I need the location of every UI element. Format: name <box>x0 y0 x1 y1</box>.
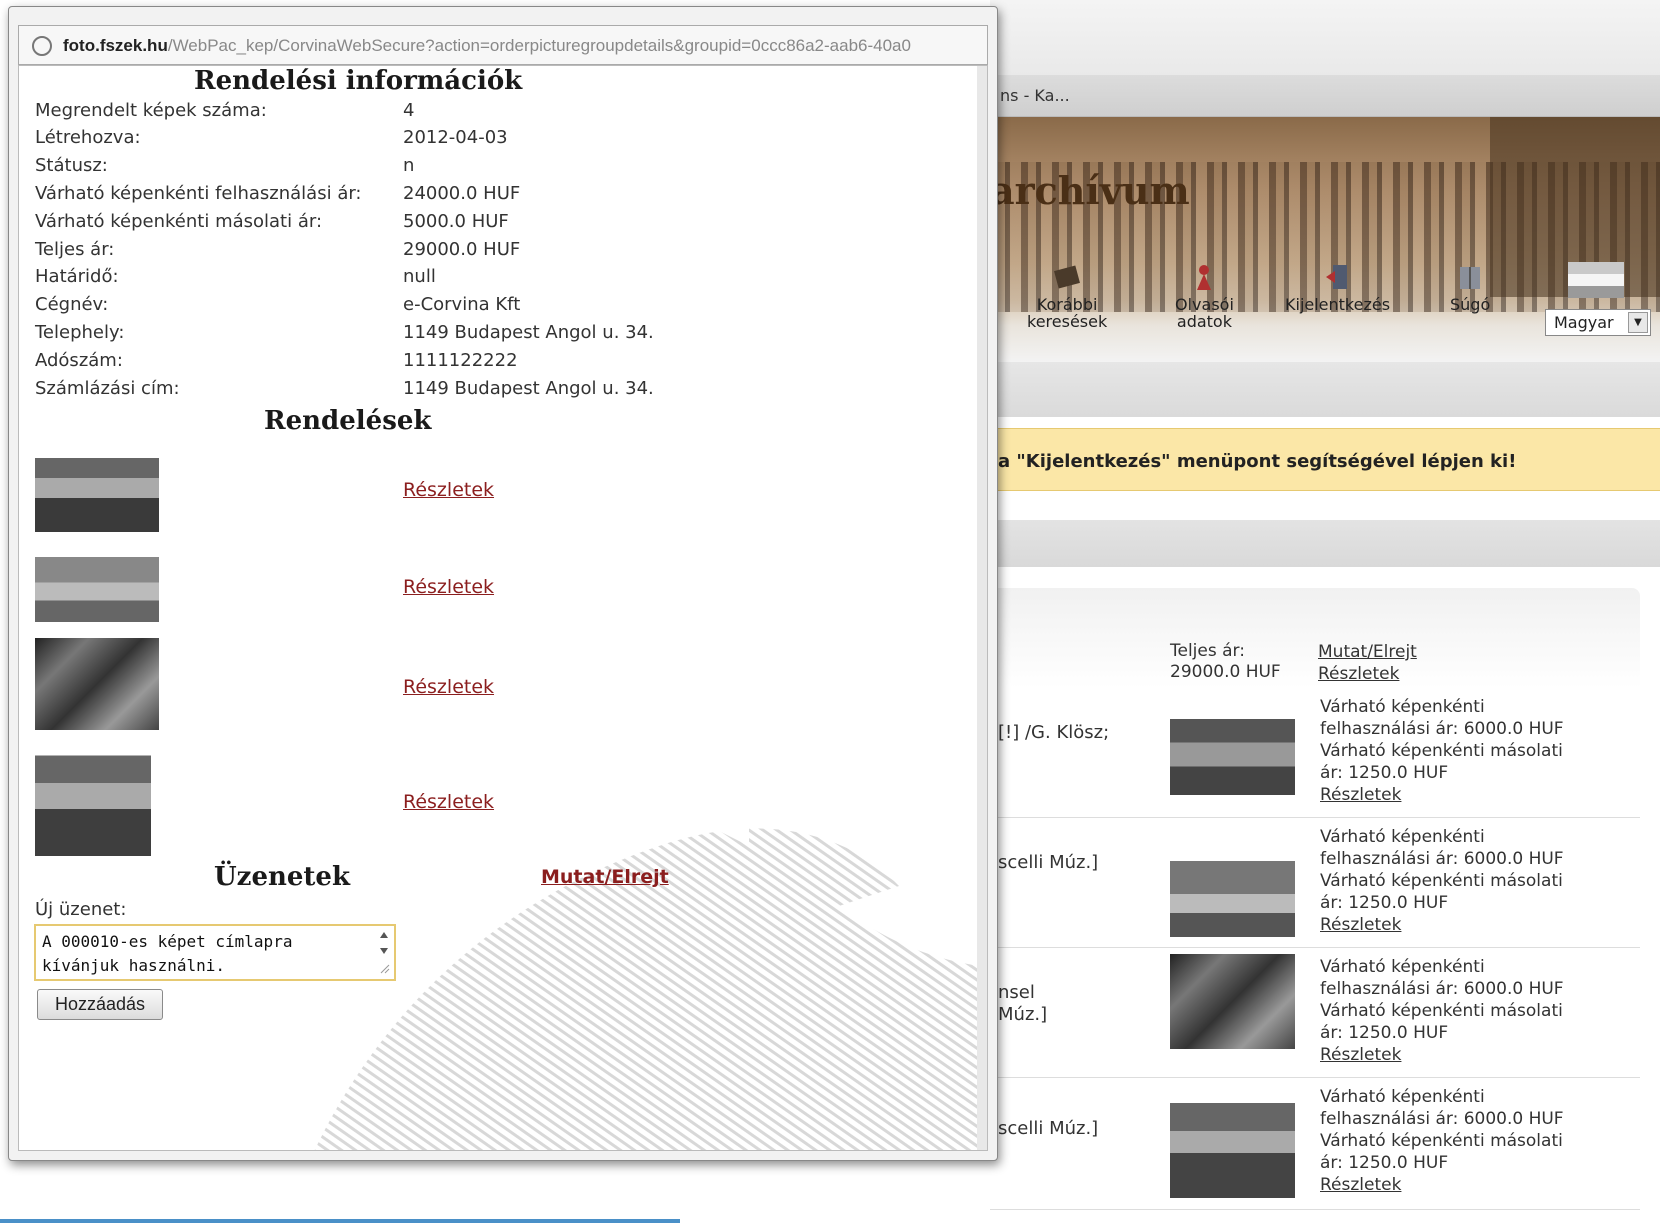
popup-content: Rendelési információk Megrendelt képek s… <box>18 65 988 1151</box>
details-link[interactable]: Részletek <box>1320 1045 1401 1065</box>
scrollbar[interactable] <box>977 66 987 1150</box>
gray-bar <box>990 362 1660 417</box>
details-link[interactable]: Részletek <box>1320 915 1401 935</box>
order-info-heading: Rendelési információk <box>194 66 523 96</box>
table-row: nsel Múz.] Várható képenkénti felhasznál… <box>990 948 1640 1078</box>
user-icon <box>1197 265 1212 290</box>
site-title: archívum <box>990 168 1190 213</box>
browser-tab-title[interactable]: ns - Ka... <box>1000 86 1070 105</box>
nav-help[interactable]: Súgó <box>1450 262 1490 313</box>
order-thumbnail[interactable] <box>35 550 159 622</box>
order-details-link[interactable]: Részletek <box>403 479 494 501</box>
messages-toggle-link[interactable]: Mutat/Elrejt <box>541 866 669 888</box>
total-price: Teljes ár: 29000.0 HUF <box>1170 641 1281 682</box>
textarea-scroll-arrows-icon[interactable] <box>377 929 391 975</box>
order-details-popup: foto.fszek.hu/WebPac_kep/CorvinaWebSecur… <box>8 6 998 1161</box>
details-link[interactable]: Részletek <box>1320 1175 1401 1195</box>
table-row: scelli Múz.] Várható képenkénti felhaszn… <box>990 1078 1640 1210</box>
orders-table-header <box>990 588 1640 688</box>
nav-logout[interactable]: Kijelentkezés <box>1285 262 1390 313</box>
orders-heading: Rendelések <box>264 406 432 436</box>
new-message-label: Új üzenet: <box>35 899 127 920</box>
logout-warning: a "Kijelentkezés" menüpont segítségével … <box>990 428 1660 491</box>
nav-reader-data[interactable]: Olvasói adatok <box>1175 262 1234 330</box>
order-thumbnail[interactable] <box>35 638 159 730</box>
language-select[interactable]: Magyar ▼ <box>1545 309 1651 336</box>
table-row: [!] /G. Klösz; Várható képenkénti felhas… <box>990 688 1640 818</box>
nav-previous-searches[interactable]: Korábbi keresések <box>1027 262 1107 330</box>
details-link[interactable]: Részletek <box>1320 785 1401 805</box>
add-message-button[interactable]: Hozzáadás <box>37 989 163 1020</box>
new-message-textarea[interactable]: A 000010-es képet címlapra kívánjuk hasz… <box>34 924 396 981</box>
logout-door-icon <box>1325 265 1347 289</box>
thumbnail-image[interactable] <box>1170 700 1295 795</box>
order-details-link[interactable]: Részletek <box>403 576 494 598</box>
help-book-icon <box>1460 267 1481 289</box>
hungarian-flag-icon[interactable] <box>1568 262 1624 298</box>
show-hide-link[interactable]: Mutat/Elrejt <box>1318 642 1417 662</box>
dropdown-arrow-icon[interactable]: ▼ <box>1628 312 1648 333</box>
browser-toolbar <box>990 0 1660 75</box>
thumbnail-image[interactable] <box>1170 954 1295 1049</box>
thumbnail-image[interactable] <box>1170 842 1295 937</box>
table-header-links: Mutat/Elrejt Részletek <box>1318 641 1417 685</box>
table-row: scelli Múz.] Várható képenkénti felhaszn… <box>990 818 1640 948</box>
address-bar[interactable]: foto.fszek.hu/WebPac_kep/CorvinaWebSecur… <box>18 25 988 65</box>
order-details-link[interactable]: Részletek <box>403 791 494 813</box>
globe-icon <box>32 36 52 56</box>
bottom-accent-line <box>0 1219 680 1223</box>
thumbnail-image[interactable] <box>1170 1086 1295 1198</box>
order-details-link[interactable]: Részletek <box>403 676 494 698</box>
order-thumbnail[interactable] <box>35 738 151 856</box>
messages-heading: Üzenetek <box>214 862 350 892</box>
book-icon <box>1054 265 1081 289</box>
browser-tab-bar <box>990 75 1660 117</box>
gray-bar <box>990 520 1660 567</box>
order-thumbnail[interactable] <box>35 442 159 532</box>
details-link[interactable]: Részletek <box>1318 664 1399 684</box>
